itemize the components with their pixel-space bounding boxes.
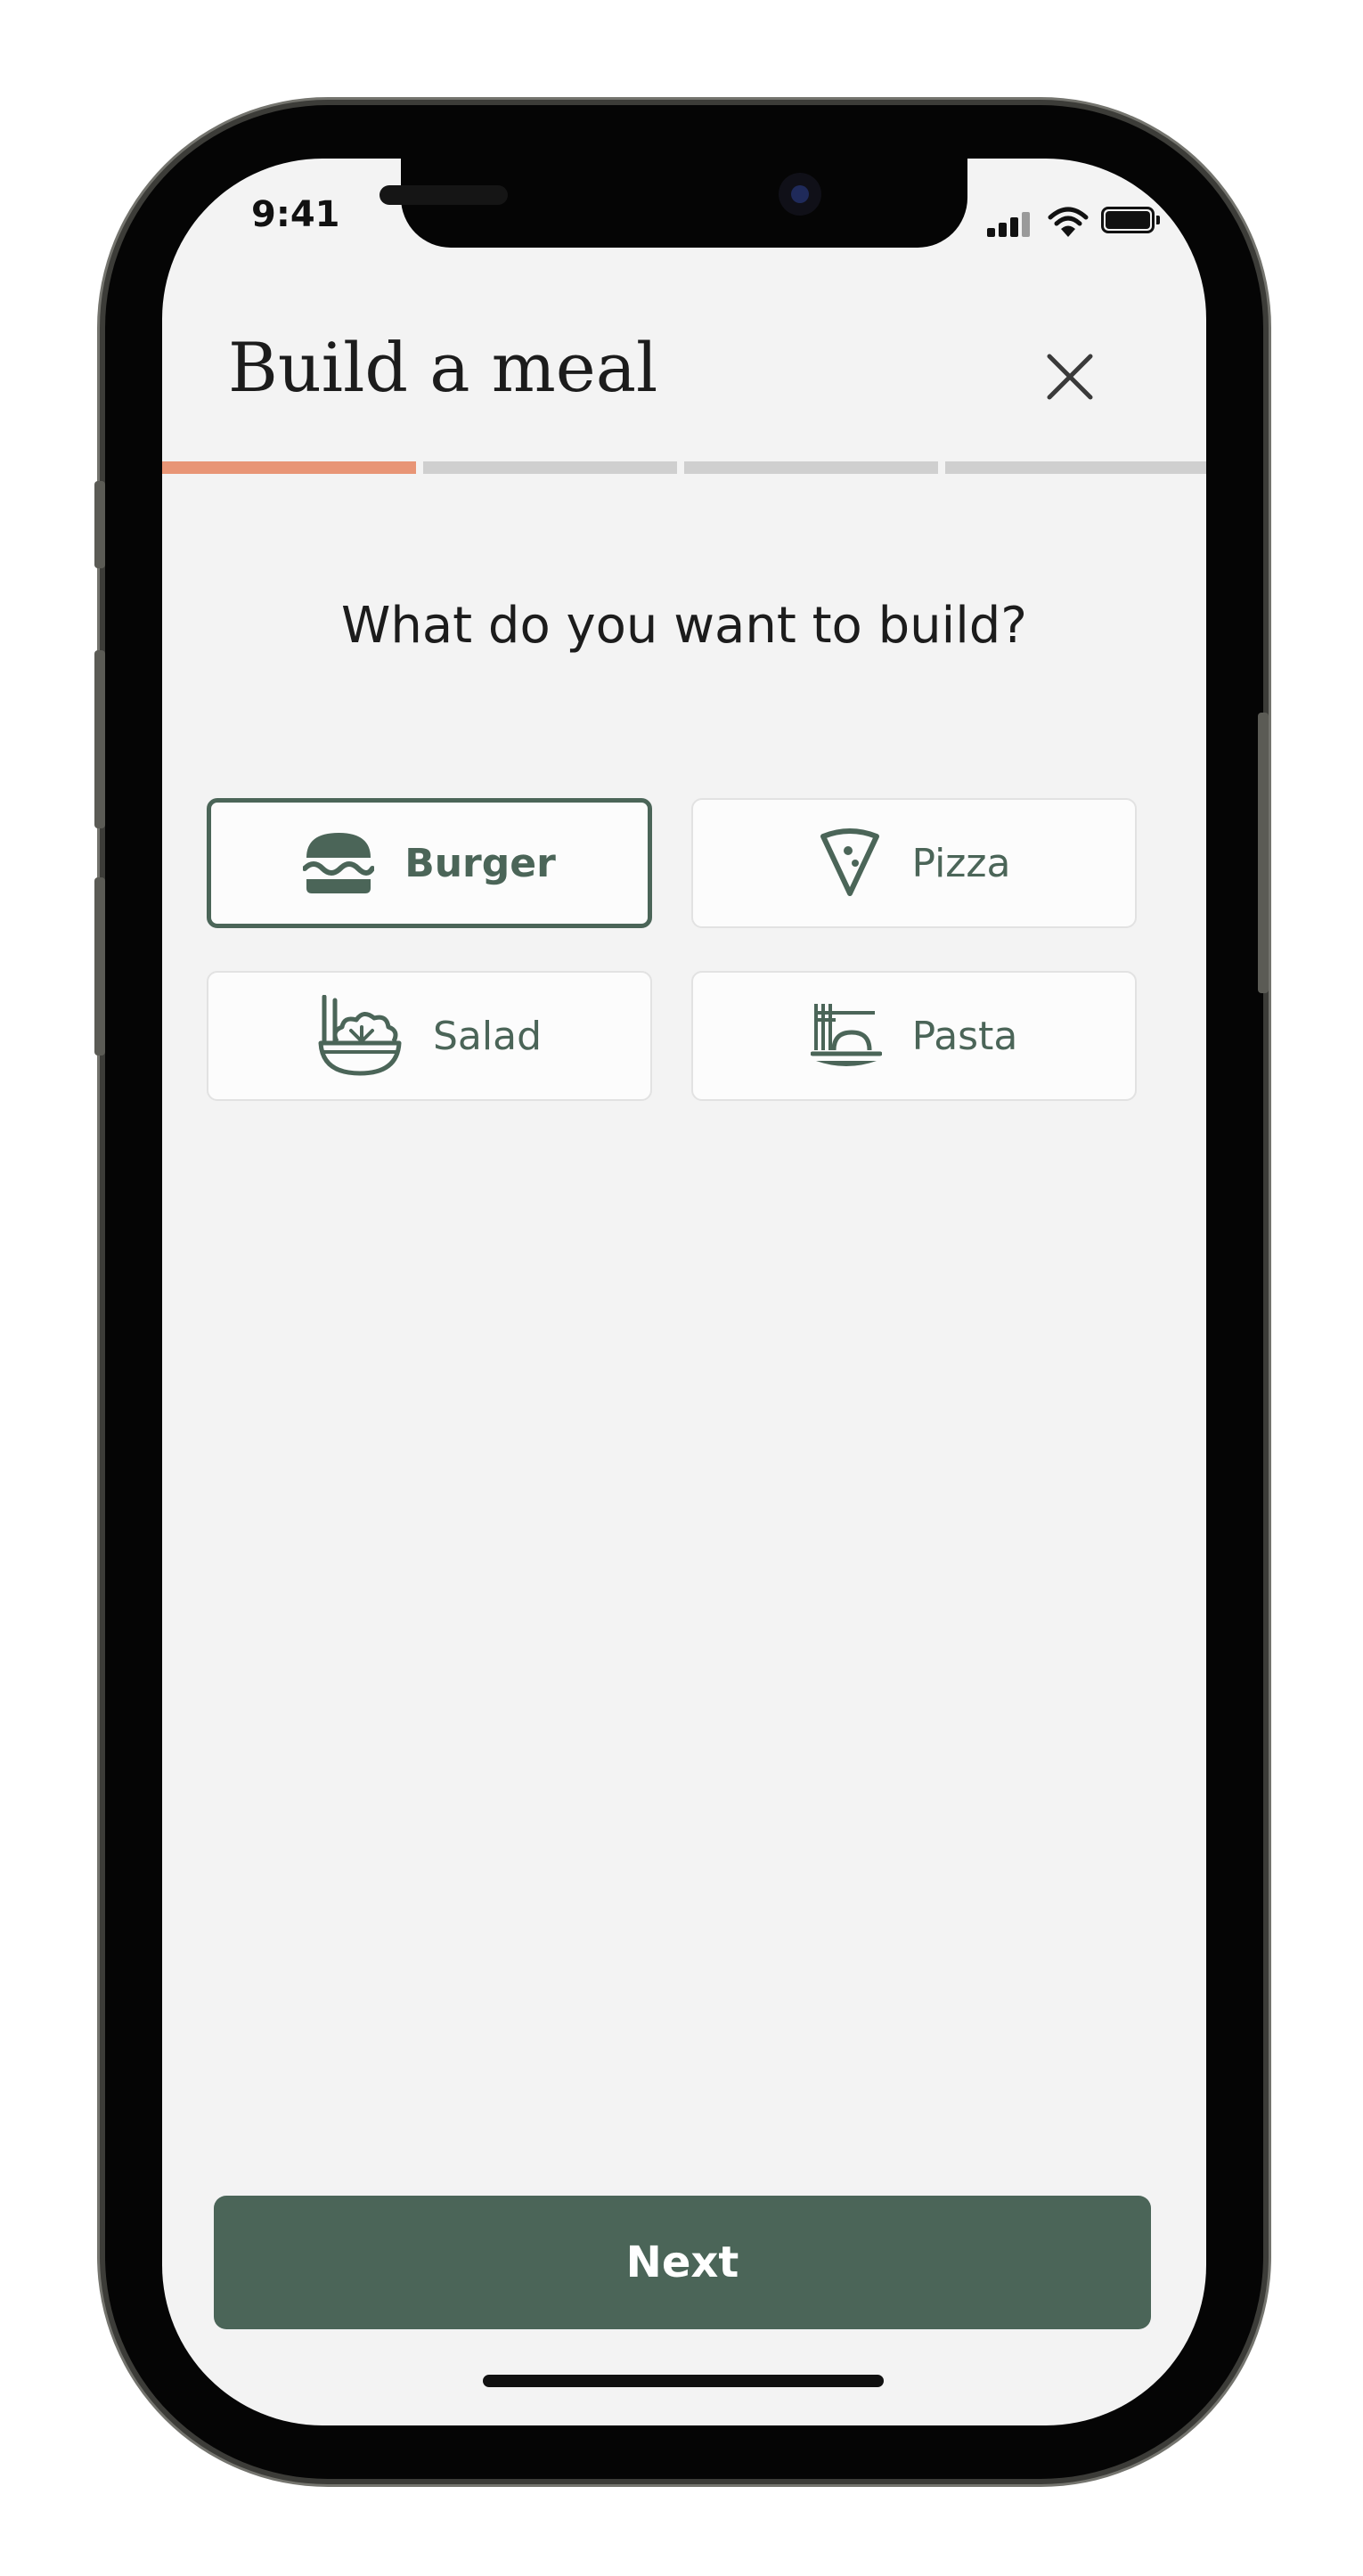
pizza-icon (820, 828, 879, 896)
status-time: 9:41 (251, 194, 340, 235)
salad-icon (318, 995, 402, 1076)
progress-segment (684, 461, 938, 474)
option-burger[interactable]: Burger (207, 798, 652, 928)
burger-icon (303, 833, 375, 893)
option-salad[interactable]: Salad (207, 971, 652, 1101)
pasta-icon (810, 1004, 882, 1066)
home-indicator (483, 2375, 884, 2387)
option-label: Pizza (911, 840, 1011, 886)
phone-volume-down-button (94, 877, 105, 1056)
battery-icon (1101, 207, 1160, 233)
next-button[interactable]: Next (214, 2196, 1151, 2329)
phone-power-button (1258, 713, 1269, 993)
wifi-icon (1048, 207, 1089, 237)
progress-bar (162, 461, 1206, 474)
signal-icon (987, 212, 1033, 237)
option-pizza[interactable]: Pizza (691, 798, 1137, 928)
page-title: Build a meal (228, 328, 658, 407)
app-screen (162, 159, 1206, 2425)
speaker-grille (380, 185, 508, 205)
progress-segment (162, 461, 416, 474)
option-label: Pasta (911, 1013, 1018, 1059)
option-label: Burger (404, 840, 556, 886)
question-heading: What do you want to build? (340, 597, 1028, 655)
front-camera (779, 173, 821, 216)
option-label: Salad (432, 1013, 542, 1059)
phone-silent-switch (94, 481, 105, 568)
close-icon[interactable] (1039, 346, 1101, 408)
progress-segment (945, 461, 1206, 474)
option-pasta[interactable]: Pasta (691, 971, 1137, 1101)
phone-volume-up-button (94, 650, 105, 828)
progress-segment (423, 461, 677, 474)
